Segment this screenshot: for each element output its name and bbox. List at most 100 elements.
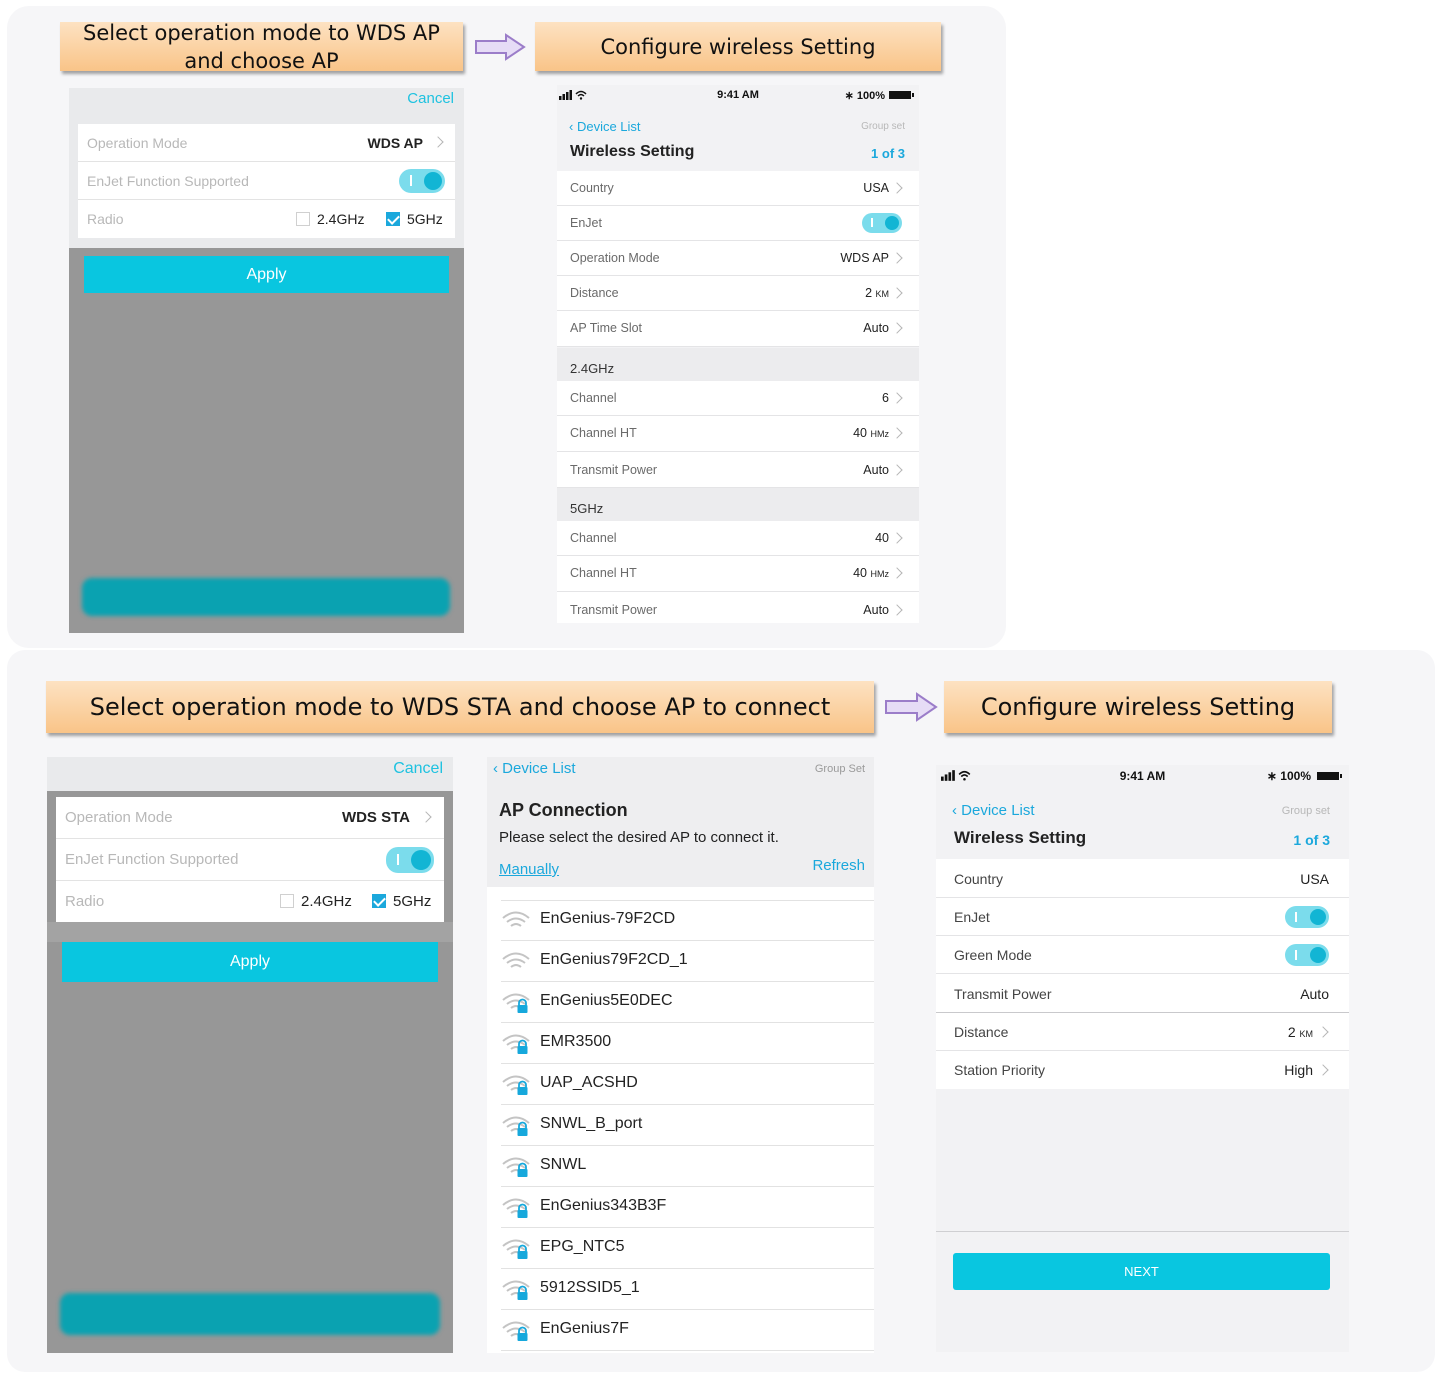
ap-connection-screen: ‹ Device List Group Set AP Connection Pl… — [487, 757, 874, 1353]
transmit-power-5-row[interactable]: Transmit Power Auto — [557, 592, 919, 623]
radio-row: Radio 2.4GHz 5GHz — [56, 881, 444, 922]
channel-5-row[interactable]: Channel 40 — [557, 521, 919, 556]
chevron-right-icon — [891, 427, 903, 439]
chevron-right-icon — [1317, 1026, 1329, 1038]
ap-connection-subtitle: Please select the desired AP to connect … — [499, 829, 779, 846]
ap-name: SNWL_B_port — [540, 1115, 643, 1132]
page-count: 1 of 3 — [1293, 832, 1330, 848]
banner-configure-wireless-bottom: Configure wireless Setting — [944, 681, 1332, 733]
green-mode-toggle[interactable] — [1285, 944, 1329, 966]
wifi-lock-icon — [502, 1198, 530, 1218]
country-value: USA — [1300, 871, 1329, 887]
station-priority-value: High — [1284, 1062, 1313, 1078]
transmit-power-24-row[interactable]: Transmit Power Auto — [557, 452, 919, 488]
banner-wds-ap: Select operation mode to WDS AP and choo… — [60, 21, 463, 73]
enjet-label: EnJet — [570, 216, 602, 230]
wifi-lock-icon — [502, 1157, 530, 1177]
dialog-header: Cancel — [47, 757, 453, 791]
operation-mode-row[interactable]: Operation Mode WDS AP — [78, 124, 455, 162]
dialog-form: Operation Mode WDS STA EnJet Function Su… — [56, 797, 444, 922]
radio-5ghz-checkbox[interactable] — [372, 894, 386, 908]
operation-mode-row[interactable]: Operation Mode WDS STA — [56, 797, 444, 839]
cancel-button[interactable]: Cancel — [393, 760, 443, 778]
ap-list-item[interactable]: UAP_ACSHD — [501, 1064, 874, 1105]
channel-ht-label: Channel HT — [570, 426, 637, 440]
distance-row[interactable]: Distance 2 KM — [557, 276, 919, 311]
cancel-button[interactable]: Cancel — [407, 90, 454, 107]
group-set-link[interactable]: Group set — [1282, 805, 1330, 817]
channel-ht-label: Channel HT — [570, 566, 637, 580]
channel-ht-24-row[interactable]: Channel HT 40 HMz — [557, 416, 919, 452]
radio-5ghz-checkbox[interactable] — [386, 212, 400, 226]
chevron-right-icon — [891, 604, 903, 616]
page-count: 1 of 3 — [871, 146, 905, 161]
blurred-button — [60, 1293, 440, 1335]
radio-5ghz-label: 5GHz — [407, 211, 443, 227]
wifi-lock-icon — [502, 1075, 530, 1095]
radio-24ghz-checkbox[interactable] — [296, 212, 310, 226]
distance-value: 2 KM — [1287, 1024, 1313, 1040]
country-label: Country — [570, 181, 614, 195]
enjet-label: EnJet Function Supported — [65, 851, 239, 868]
enjet-toggle[interactable] — [399, 169, 445, 193]
ap-list-item[interactable]: EnGenius-79F2CD — [501, 900, 874, 941]
ap-list-item[interactable]: SNWL_B_port — [501, 1105, 874, 1146]
wifi-lock-icon — [502, 993, 530, 1013]
next-button[interactable]: NEXT — [953, 1253, 1330, 1290]
chevron-right-icon — [432, 136, 444, 148]
enjet-row: EnJet — [936, 898, 1349, 936]
operation-mode-value: WDS AP — [840, 251, 889, 265]
country-row[interactable]: Country USA — [557, 171, 919, 206]
back-device-list[interactable]: ‹ Device List — [952, 802, 1035, 819]
operation-mode-label: Operation Mode — [65, 809, 173, 826]
channel-24-row[interactable]: Channel 6 — [557, 381, 919, 416]
ap-list-item[interactable]: EnGenius79F2CD_1 — [501, 941, 874, 982]
chevron-right-icon — [891, 182, 903, 194]
apply-button[interactable]: Apply — [84, 256, 449, 293]
group-set-link[interactable]: Group Set — [815, 763, 865, 775]
back-device-list[interactable]: ‹ Device List — [569, 119, 641, 134]
ap-list-item[interactable]: EMR3500 — [501, 1023, 874, 1064]
ap-list-item[interactable]: EnGenius5E0DEC — [501, 982, 874, 1023]
banner-wds-ap-text: Select operation mode to WDS AP and choo… — [83, 20, 440, 73]
ap-name: UAP_ACSHD — [540, 1074, 638, 1091]
ap-time-slot-row[interactable]: AP Time Slot Auto — [557, 311, 919, 347]
channel-label: Channel — [570, 531, 617, 545]
enjet-toggle[interactable] — [862, 213, 902, 233]
station-priority-row[interactable]: Station Priority High — [936, 1051, 1349, 1089]
battery-icon — [1317, 772, 1342, 780]
enjet-toggle[interactable] — [386, 847, 434, 873]
ap-list-item[interactable]: 5912SSID5_1 — [501, 1269, 874, 1310]
transmit-power-row: Transmit Power Auto — [936, 974, 1349, 1013]
back-device-list[interactable]: ‹ Device List — [493, 760, 576, 777]
manually-link[interactable]: Manually — [499, 861, 559, 878]
wds-ap-dialog-screen: Cancel Operation Mode WDS AP EnJet Funct… — [69, 88, 464, 633]
channel-ht-5-row[interactable]: Channel HT 40 HMz — [557, 556, 919, 592]
arrow-right-icon — [475, 33, 526, 61]
transmit-power-label: Transmit Power — [570, 463, 658, 477]
page-title: Wireless Setting — [570, 143, 695, 160]
ap-name: EnGenius5E0DEC — [540, 992, 673, 1009]
enjet-row: EnJet — [557, 206, 919, 241]
ap-list-item[interactable]: EnGenius343B3F — [501, 1187, 874, 1228]
channel-value: 6 — [882, 391, 889, 405]
channel-label: Channel — [570, 391, 617, 405]
transmit-power-value: Auto — [1300, 986, 1329, 1002]
wifi-lock-icon — [502, 1321, 530, 1341]
group-set-link[interactable]: Group set — [861, 121, 905, 132]
enjet-toggle[interactable] — [1285, 906, 1329, 928]
apply-button[interactable]: Apply — [62, 942, 438, 982]
operation-mode-row[interactable]: Operation Mode WDS AP — [557, 241, 919, 276]
chevron-right-icon — [891, 532, 903, 544]
refresh-button[interactable]: Refresh — [812, 857, 865, 874]
banner-wds-sta-text: Select operation mode to WDS STA and cho… — [89, 693, 831, 721]
ap-list-item[interactable]: EPG_NTC5 — [501, 1228, 874, 1269]
country-value: USA — [863, 181, 889, 195]
green-mode-row: Green Mode — [936, 936, 1349, 974]
transmit-power-value: Auto — [863, 603, 889, 617]
radio-24ghz-checkbox[interactable] — [280, 894, 294, 908]
distance-row[interactable]: Distance 2 KM — [936, 1013, 1349, 1051]
ap-list-item[interactable]: EnGenius7F — [501, 1310, 874, 1351]
ap-name: EPG_NTC5 — [540, 1238, 625, 1255]
ap-list-item[interactable]: SNWL — [501, 1146, 874, 1187]
